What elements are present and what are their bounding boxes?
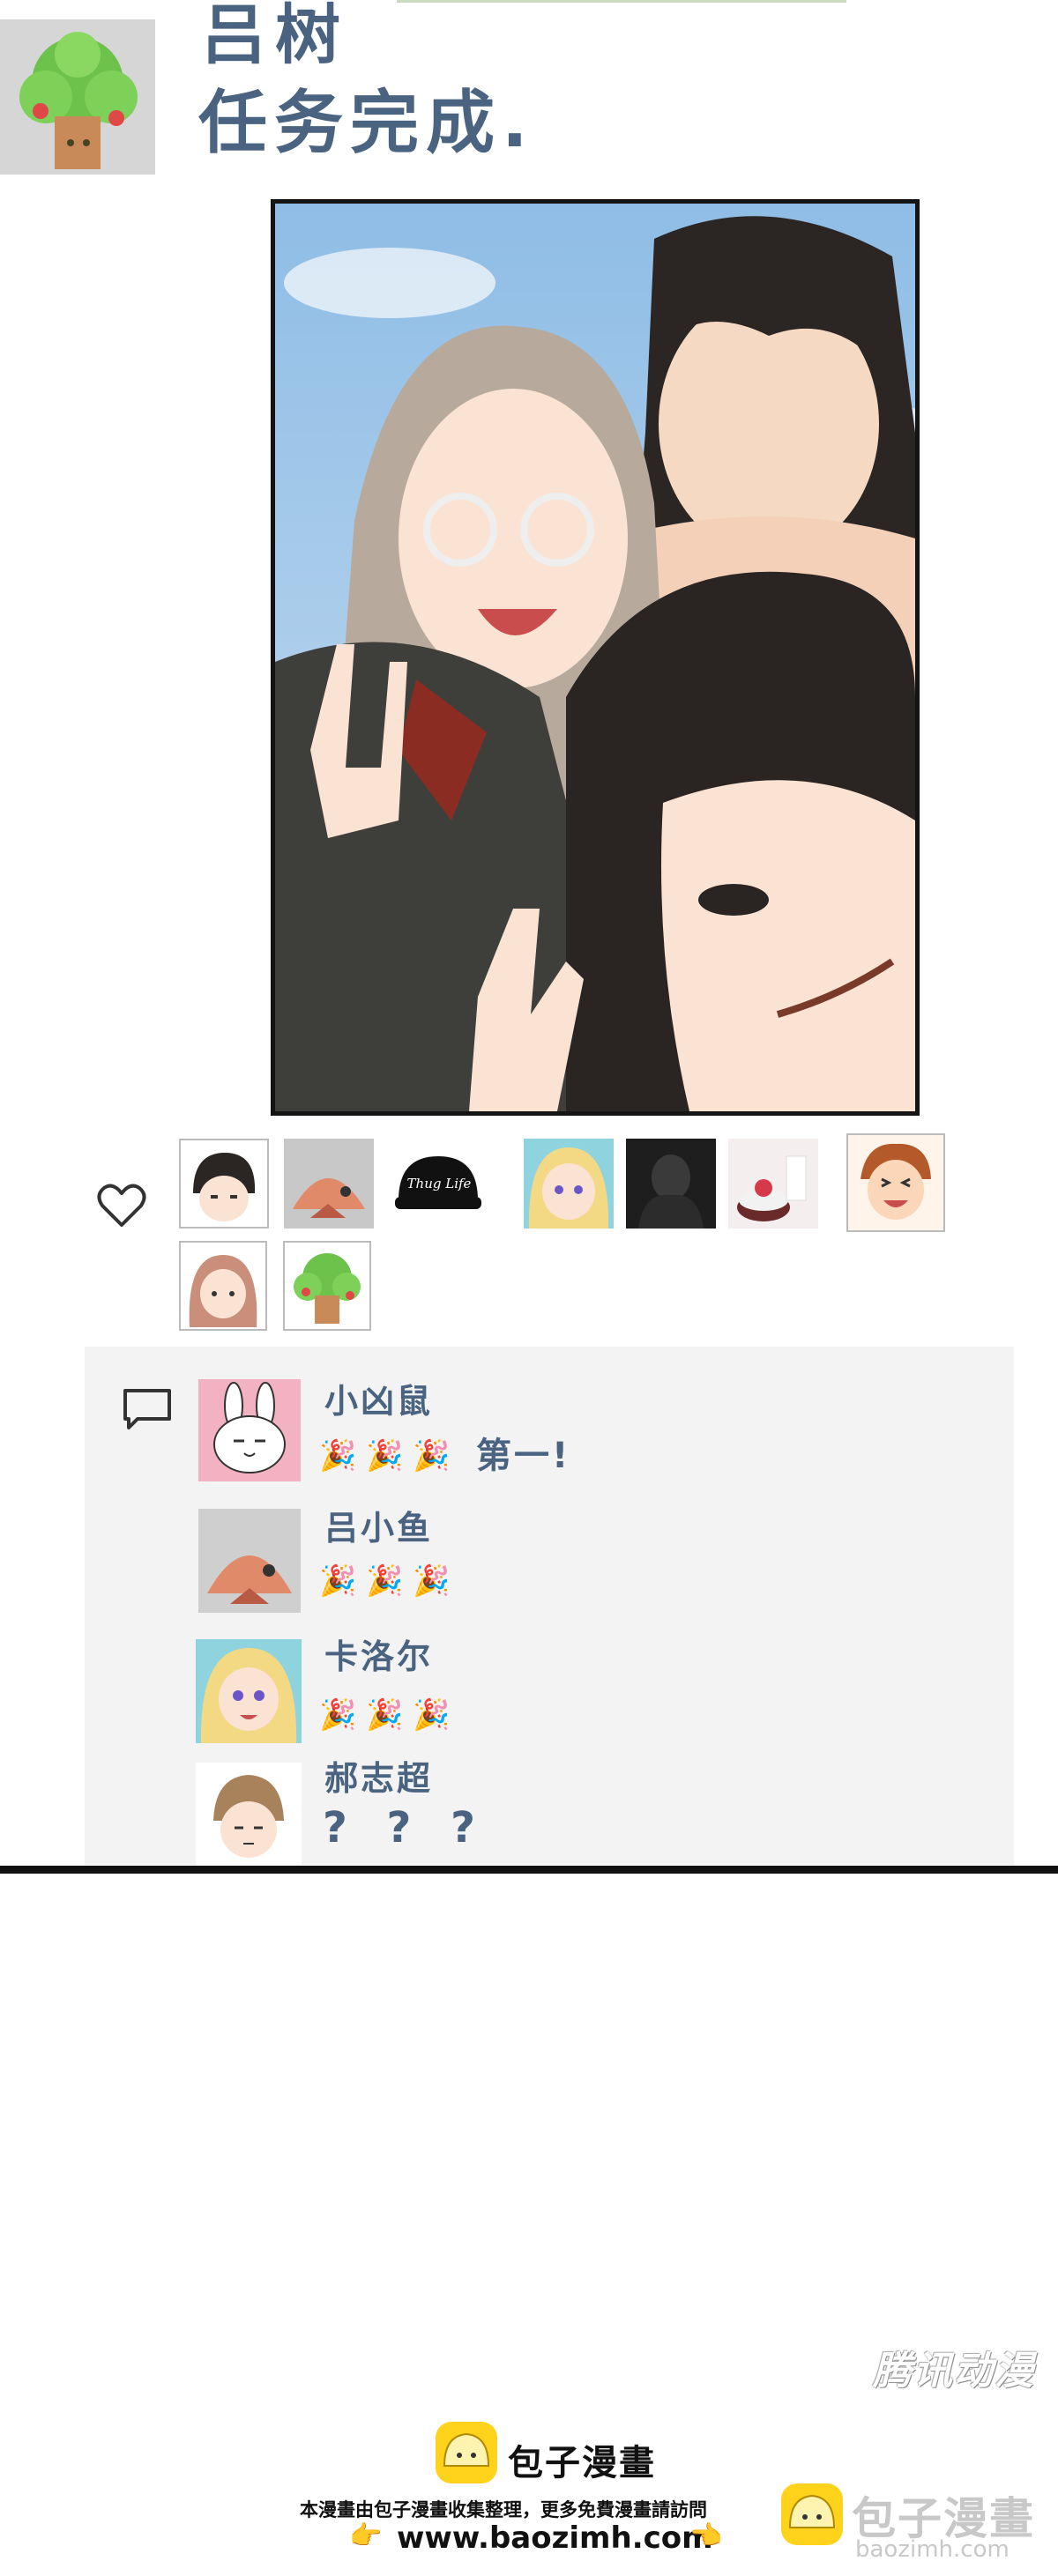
pointing-hand-icon: 👉 — [349, 2520, 383, 2551]
like-avatar-girl[interactable] — [179, 1241, 267, 1331]
post-text: 任务完成. — [198, 84, 535, 163]
tencent-watermark: 腾讯动漫 — [873, 2349, 1035, 2394]
comment-avatar-bunny[interactable] — [198, 1379, 301, 1481]
poster-name[interactable]: 吕树 — [201, 0, 349, 71]
like-avatar-fish[interactable] — [284, 1139, 374, 1229]
comment-bubble-icon[interactable] — [122, 1387, 173, 1431]
comment-avatar-fish[interactable] — [198, 1509, 301, 1613]
pointing-hand-icon: 👈 — [689, 2520, 723, 2551]
post-photo[interactable] — [271, 199, 920, 1116]
like-avatar-thug-life-cap[interactable]: Thug Life — [393, 1139, 483, 1229]
header-divider — [397, 0, 846, 3]
panel-bottom-border — [0, 1866, 1058, 1874]
selfie-illustration — [275, 204, 915, 1111]
like-avatar-tree[interactable] — [283, 1241, 371, 1331]
corner-baozi-logo-icon — [781, 2483, 843, 2545]
thug-life-label: Thug Life — [406, 1176, 472, 1191]
comment-text: ? ? ? — [323, 1803, 488, 1852]
party-popper-emojis: 🎉 🎉 🎉 — [319, 1697, 451, 1733]
footer-brand: 包子漫畫 — [508, 2443, 656, 2483]
like-heart-icon[interactable] — [97, 1183, 146, 1229]
tree-avatar-icon — [0, 19, 155, 174]
comment-author[interactable]: 郝志超 — [324, 1759, 433, 1798]
like-avatar-blonde[interactable] — [524, 1139, 614, 1229]
party-popper-emojis: 🎉 🎉 🎉 — [319, 1438, 451, 1474]
comment-author[interactable]: 吕小鱼 — [324, 1509, 433, 1548]
footer-note: 本漫畫由包子漫畫收集整理，更多免費漫畫請訪問 — [300, 2499, 707, 2520]
corner-url: baozimh.com — [855, 2536, 1010, 2563]
baozi-logo-icon — [436, 2422, 497, 2483]
like-avatar-dark-figure[interactable] — [626, 1139, 716, 1229]
like-avatar-laughing-boy[interactable] — [846, 1133, 945, 1232]
like-avatar-boy[interactable] — [179, 1139, 269, 1229]
comment-avatar-boy-brown[interactable] — [196, 1763, 302, 1865]
comment-text: 第一! — [476, 1436, 571, 1476]
party-popper-emojis: 🎉 🎉 🎉 — [319, 1563, 451, 1599]
footer-url[interactable]: www.baozimh.com — [397, 2520, 713, 2556]
comment-author[interactable]: 卡洛尔 — [324, 1637, 433, 1676]
comment-author[interactable]: 小凶鼠 — [324, 1382, 433, 1421]
poster-avatar[interactable] — [0, 19, 155, 174]
like-avatar-cake[interactable] — [728, 1139, 818, 1229]
comment-avatar-blonde[interactable] — [196, 1639, 302, 1743]
